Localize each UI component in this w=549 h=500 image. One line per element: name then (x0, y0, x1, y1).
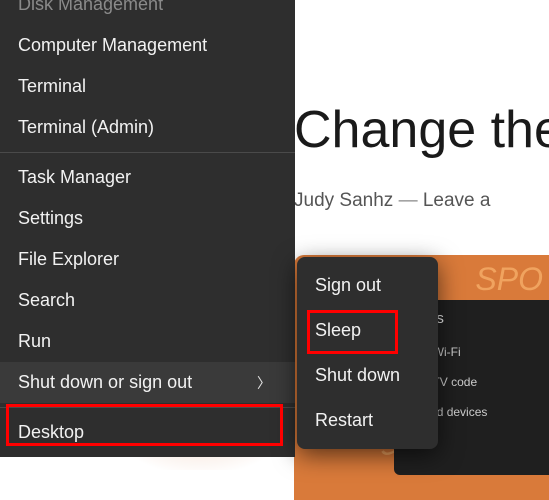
menu-item-settings[interactable]: Settings (0, 198, 295, 239)
menu-item-label: Task Manager (18, 167, 131, 188)
winx-menu: Disk Management Computer Management Term… (0, 0, 295, 457)
menu-item-search[interactable]: Search (0, 280, 295, 321)
author-name: Judy Sanhz (294, 190, 393, 211)
menu-item-label: Disk Management (18, 0, 163, 15)
menu-item-terminal-admin[interactable]: Terminal (Admin) (0, 107, 295, 148)
menu-item-label: Desktop (18, 422, 84, 443)
byline-separator: — (399, 190, 418, 211)
menu-item-label: File Explorer (18, 249, 119, 270)
menu-item-run[interactable]: Run (0, 321, 295, 362)
menu-group: Desktop (0, 407, 295, 457)
decorative-text: SPO (475, 261, 543, 298)
menu-item-label: Search (18, 290, 75, 311)
menu-item-label: Run (18, 331, 51, 352)
shutdown-submenu: Sign out Sleep Shut down Restart (297, 257, 438, 449)
menu-item-label: Terminal (Admin) (18, 117, 154, 138)
submenu-item-shut-down[interactable]: Shut down (297, 353, 438, 398)
menu-item-label: Settings (18, 208, 83, 229)
menu-item-label: Shut down or sign out (18, 372, 192, 393)
menu-item-label: Computer Management (18, 35, 207, 56)
submenu-item-sleep[interactable]: Sleep (297, 308, 438, 353)
menu-group: Task Manager Settings File Explorer Sear… (0, 152, 295, 407)
menu-item-terminal[interactable]: Terminal (0, 66, 295, 107)
article-byline: Judy Sanhz — Leave a (294, 190, 490, 212)
menu-item-label: Terminal (18, 76, 86, 97)
submenu-item-sign-out[interactable]: Sign out (297, 263, 438, 308)
leave-comment-link: Leave a (423, 190, 491, 211)
submenu-item-restart[interactable]: Restart (297, 398, 438, 443)
chevron-right-icon: 〉 (257, 373, 271, 393)
menu-item-file-explorer[interactable]: File Explorer (0, 239, 295, 280)
menu-item-disk-management[interactable]: Disk Management (0, 0, 295, 25)
menu-item-computer-management[interactable]: Computer Management (0, 25, 295, 66)
menu-item-task-manager[interactable]: Task Manager (0, 157, 295, 198)
menu-item-desktop[interactable]: Desktop (0, 412, 295, 453)
menu-item-shutdown-signout[interactable]: Shut down or sign out 〉 (0, 362, 295, 403)
menu-group: Disk Management Computer Management Term… (0, 0, 295, 152)
article-title: Change the (294, 100, 549, 160)
